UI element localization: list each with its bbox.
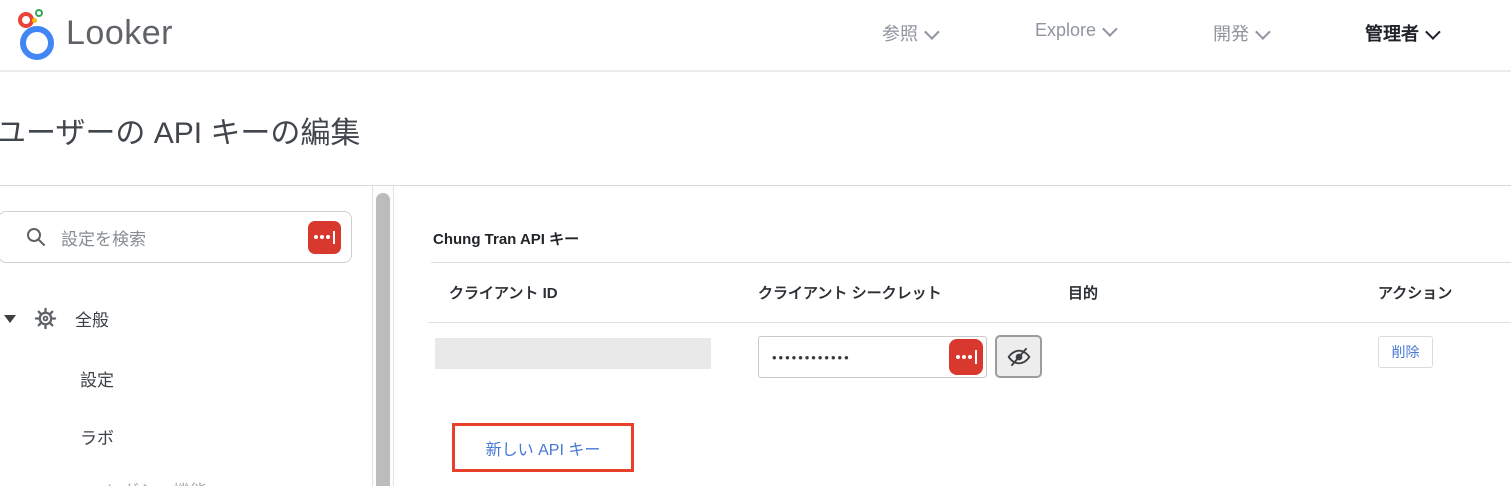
chevron-down-icon <box>1255 23 1271 40</box>
chevron-down-icon <box>924 23 940 40</box>
nav-browse[interactable]: 参照 <box>882 20 940 46</box>
section-title: Chung Tran API キー <box>433 231 580 248</box>
eye-slash-icon <box>1007 347 1030 366</box>
password-manager-icon[interactable] <box>308 220 341 254</box>
nav-admin[interactable]: 管理者 <box>1365 20 1441 46</box>
new-api-key-highlight-box: 新しい API キー <box>452 423 634 472</box>
column-header-client-id: クライアント ID <box>449 285 558 302</box>
sidebar-item-legacy-features[interactable]: レガシー機能 <box>105 477 207 486</box>
sidebar-item-labs-label: ラボ <box>80 429 114 448</box>
new-api-key-button[interactable]: 新しい API キー <box>486 436 601 460</box>
nav-develop-label: 開発 <box>1213 24 1249 44</box>
chevron-down-icon <box>1102 21 1118 37</box>
column-header-client-secret: クライアント シークレット <box>758 285 942 302</box>
table-header-divider <box>428 322 1511 323</box>
sidebar-item-general[interactable]: 全般 <box>4 306 109 331</box>
client-id-redacted-value <box>435 338 711 369</box>
expand-triangle-icon[interactable] <box>4 314 16 323</box>
logo-blue-ring <box>20 26 54 60</box>
looker-logo-icon <box>16 8 60 60</box>
nav-admin-label: 管理者 <box>1365 24 1419 44</box>
nav-develop[interactable]: 開発 <box>1213 20 1271 46</box>
page-title: ユーザーの API キーの編集 <box>0 117 361 150</box>
section-divider <box>431 262 1511 263</box>
sidebar-item-general-label: 全般 <box>75 311 109 330</box>
nav-explore[interactable]: Explore <box>1035 20 1118 41</box>
content-divider <box>0 185 1511 186</box>
chevron-down-icon <box>1425 23 1441 40</box>
sidebar-item-settings-label: 設定 <box>80 371 114 390</box>
logo-yellow-dot <box>32 18 37 23</box>
column-header-actions: アクション <box>1378 285 1453 302</box>
nav-browse-label: 参照 <box>882 24 918 44</box>
settings-search-input[interactable]: 設定を検索 <box>0 211 352 263</box>
reveal-secret-button[interactable] <box>995 335 1042 378</box>
sidebar-item-settings[interactable]: 設定 <box>80 366 114 391</box>
logo-text: Looker <box>66 13 173 52</box>
search-placeholder-text: 設定を検索 <box>61 229 146 249</box>
header-divider <box>0 70 1511 72</box>
top-header: Looker 参照 Explore 開発 管理者 <box>0 0 1511 70</box>
client-secret-masked-value: •••••••••••• <box>772 349 851 365</box>
nav-explore-label: Explore <box>1035 20 1097 40</box>
looker-logo[interactable]: Looker <box>16 8 173 60</box>
client-secret-field[interactable]: •••••••••••• <box>758 336 987 378</box>
sidebar-item-labs[interactable]: ラボ <box>80 424 114 449</box>
search-icon <box>27 228 45 246</box>
password-manager-icon[interactable] <box>949 339 983 375</box>
delete-key-button[interactable]: 削除 <box>1378 336 1433 368</box>
sidebar-scrollbar-thumb[interactable] <box>376 193 390 486</box>
gear-icon <box>34 307 57 330</box>
logo-green-ring <box>35 9 43 17</box>
looker-admin-page: Looker 参照 Explore 開発 管理者 ユーザーの API キーの編集… <box>0 0 1511 486</box>
delete-key-label: 削除 <box>1391 344 1420 360</box>
column-header-purpose: 目的 <box>1068 285 1099 302</box>
sidebar-item-legacy-features-label: レガシー機能 <box>105 477 207 486</box>
